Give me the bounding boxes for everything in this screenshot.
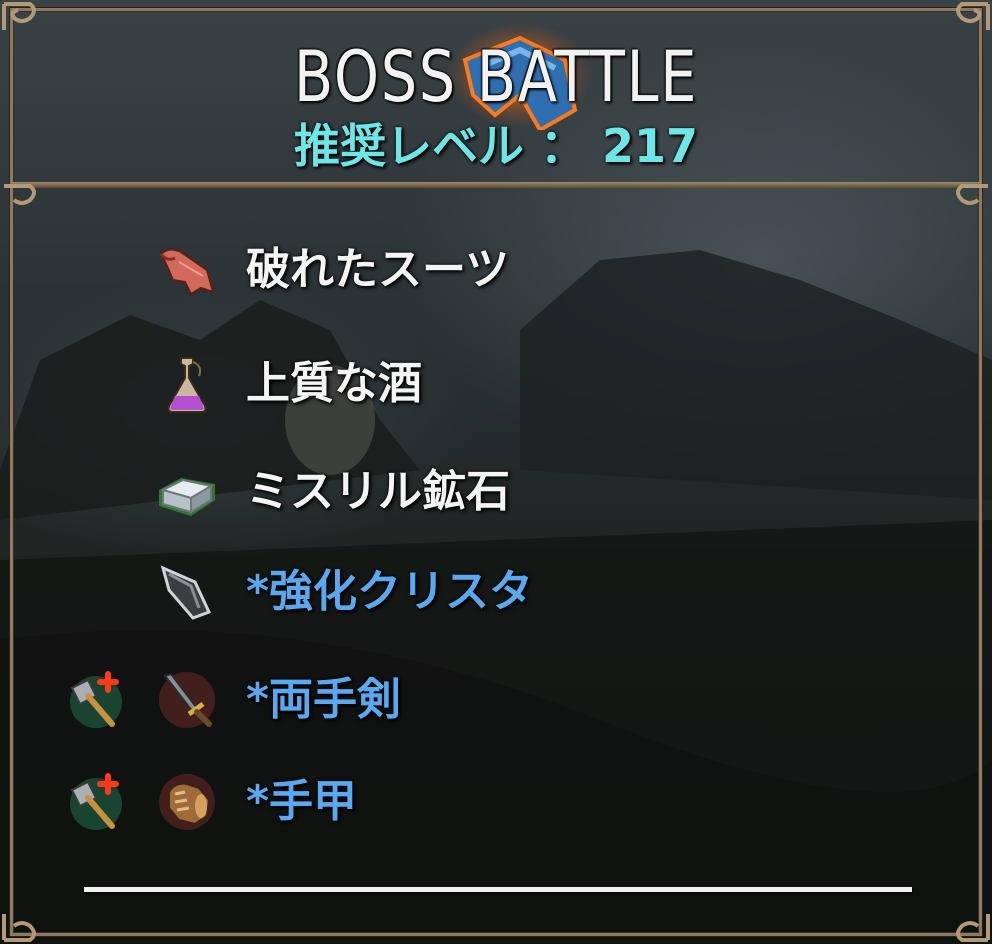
list-item[interactable]: *手甲 bbox=[0, 770, 992, 850]
list-item[interactable]: 破れたスーツ bbox=[0, 238, 992, 318]
ore-ingot-icon bbox=[159, 478, 215, 516]
item-label: 上質な酒 bbox=[246, 358, 422, 409]
potion-flask-icon bbox=[167, 357, 207, 413]
gauntlet-icon bbox=[159, 774, 215, 830]
corner-ornament-icon bbox=[956, 2, 990, 30]
header-divider bbox=[10, 182, 982, 188]
corner-ornament-icon bbox=[956, 914, 990, 942]
item-label: *両手剣 bbox=[246, 674, 402, 725]
footer-divider bbox=[84, 887, 912, 892]
corner-ornament-icon bbox=[2, 2, 36, 30]
page-title: BOSS BATTLE bbox=[293, 36, 699, 118]
list-item[interactable]: *両手剣 bbox=[0, 668, 992, 748]
torn-cloth-icon bbox=[159, 248, 215, 296]
item-label: 破れたスーツ bbox=[246, 244, 510, 295]
two-handed-sword-icon bbox=[159, 672, 215, 728]
list-item[interactable]: 上質な酒 bbox=[0, 352, 992, 432]
hammer-plus-icon bbox=[70, 773, 122, 830]
corner-ornament-icon bbox=[4, 184, 36, 205]
crystal-icon bbox=[160, 565, 212, 620]
list-item[interactable]: ミスリル鉱石 bbox=[0, 460, 992, 540]
corner-ornament-icon bbox=[956, 184, 988, 205]
recommended-level: 推奨レベル ： 217 bbox=[293, 119, 699, 173]
corner-ornament-icon bbox=[2, 914, 36, 942]
hammer-plus-icon bbox=[70, 671, 122, 728]
item-label: *強化クリスタ bbox=[246, 566, 534, 617]
item-label: *手甲 bbox=[246, 776, 358, 827]
item-label: ミスリル鉱石 bbox=[246, 466, 510, 517]
list-item[interactable]: *強化クリスタ bbox=[0, 560, 992, 640]
